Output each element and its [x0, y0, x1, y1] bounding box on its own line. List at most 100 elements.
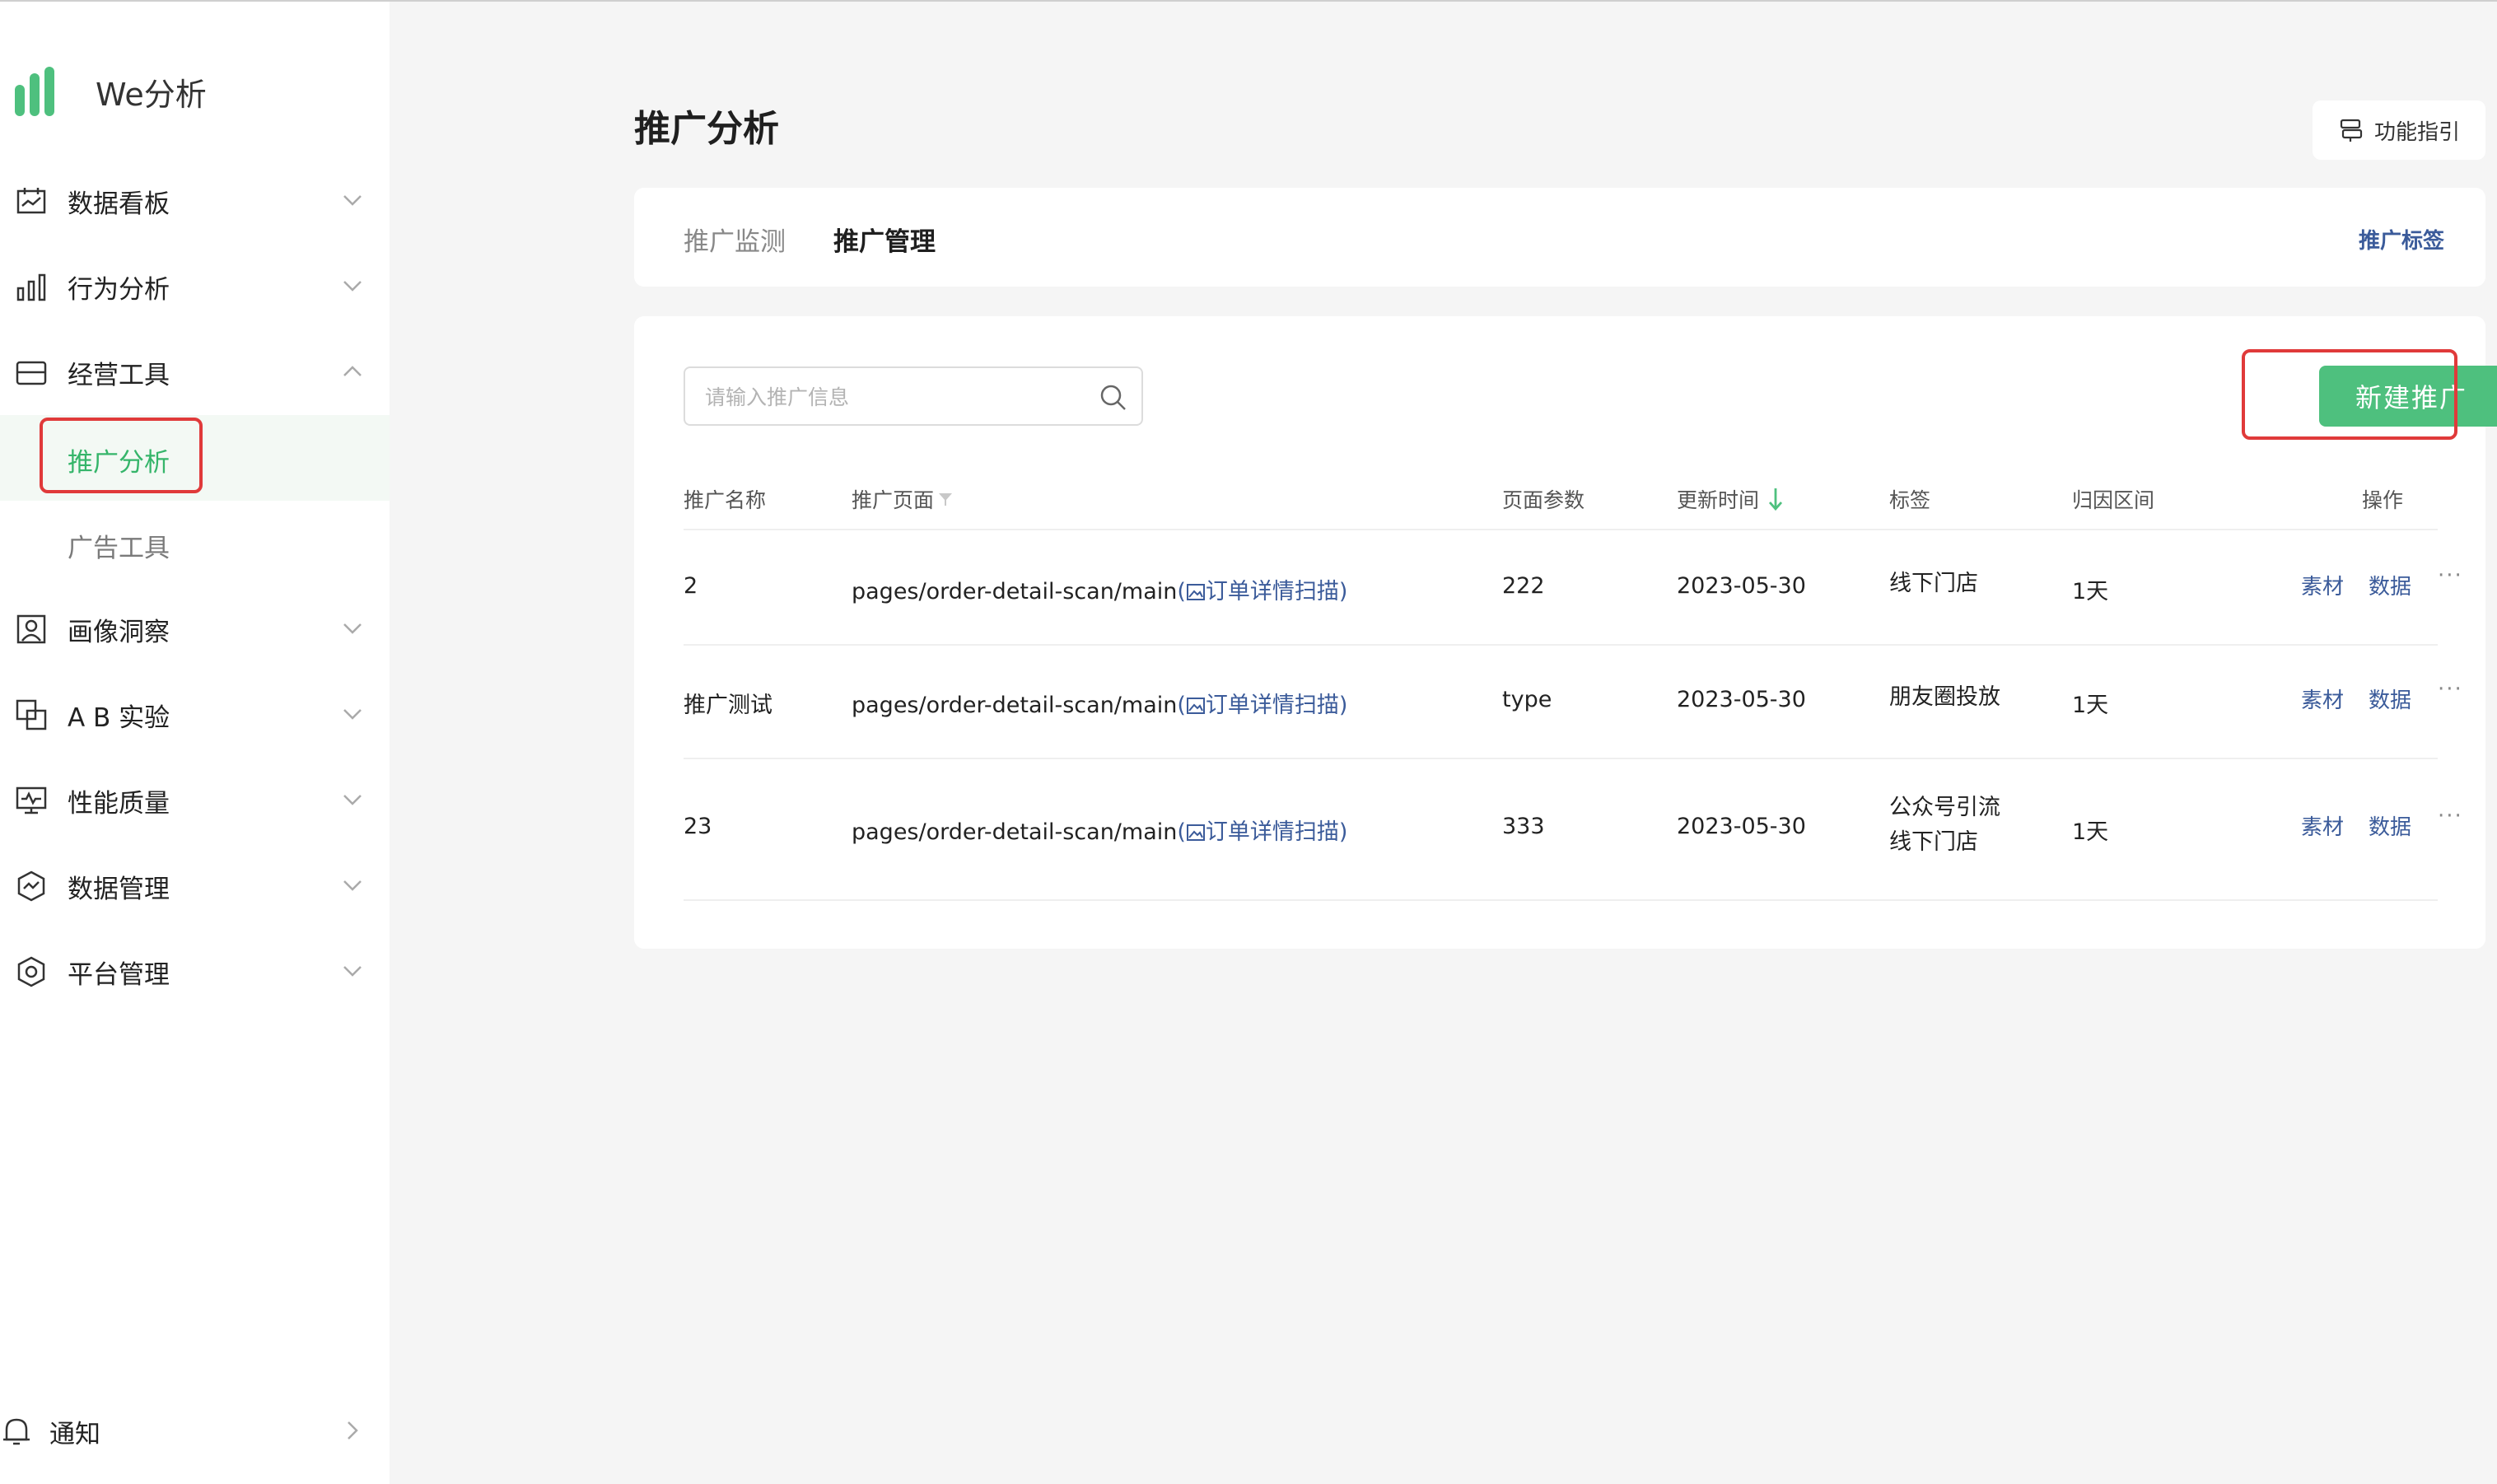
data-shield-icon [17, 870, 45, 902]
image-icon [1186, 584, 1205, 600]
column-header-label: 推广页面 [852, 488, 935, 512]
column-header-attribution: 归因区间 [2072, 488, 2155, 512]
promotion-name: 23 [684, 814, 712, 839]
sub-item-ad-tools[interactable]: 广告工具 [0, 501, 390, 586]
column-header-page[interactable]: 推广页面 [852, 484, 954, 514]
page-path: pages/order-detail-scan/main [852, 579, 1178, 604]
more-actions-icon[interactable]: ··· [2438, 677, 2463, 702]
nav-label: 通知 [49, 1419, 100, 1449]
nav-item-portrait-insight[interactable]: 画像洞察 [0, 586, 390, 672]
promotion-tag: 公众号引流 [1889, 795, 2000, 820]
highlight-box [2242, 349, 2457, 440]
feature-guide-button[interactable]: 功能指引 [2313, 100, 2485, 160]
nav-item-performance[interactable]: 性能质量 [0, 758, 390, 843]
search-icon[interactable] [1099, 383, 1128, 413]
search-box [684, 366, 1143, 426]
material-action[interactable]: 素材 [2301, 684, 2344, 714]
filter-icon[interactable] [937, 491, 954, 507]
calendar-chart-icon [16, 188, 46, 214]
promotion-list-card: 新建推广 推广名称 推广页面 页面参数 更新时间 标签 归因区间 操作 2 pa… [634, 316, 2497, 949]
updated-time: 2023-05-30 [1677, 573, 1806, 599]
chevron-right-icon [348, 1421, 358, 1440]
page-name: 订单详情扫描 [1205, 579, 1339, 604]
promotion-page[interactable]: pages/order-detail-scan/main(订单详情扫描) [852, 687, 1347, 719]
promotion-name: 推广测试 [684, 693, 772, 718]
nav-label: 行为分析 [68, 274, 170, 305]
nav-label: 画像洞察 [68, 617, 170, 647]
column-header-tags: 标签 [1889, 488, 1931, 512]
sort-descending-icon[interactable] [1766, 487, 1785, 511]
portrait-icon [16, 614, 46, 644]
updated-time: 2023-05-30 [1677, 687, 1806, 712]
data-action[interactable]: 数据 [2369, 684, 2411, 714]
nav-label: 数据看板 [68, 189, 170, 219]
attribution-range: 1天 [2072, 693, 2109, 718]
tabs-card: 推广监测 推广管理 推广标签 [634, 188, 2485, 287]
attribution-range: 1天 [2072, 819, 2109, 845]
page-param: type [1502, 687, 1552, 712]
nav-item-behavior-analysis[interactable]: 行为分析 [0, 244, 390, 329]
page-name: 订单详情扫描 [1205, 693, 1339, 718]
nav-item-business-tools[interactable]: 经营工具 [0, 329, 390, 415]
column-header-param: 页面参数 [1502, 488, 1585, 512]
nav-item-notifications[interactable]: 通知 [0, 1390, 390, 1472]
sidebar: We分析 数据看板 行为分析 经营工具 推广分析 广告工具 画像洞察 A B 实… [0, 2, 390, 1484]
promotion-page[interactable]: pages/order-detail-scan/main(订单详情扫描) [852, 814, 1347, 846]
column-header-updated[interactable]: 更新时间 [1677, 484, 1785, 514]
nav-label: A B 实验 [68, 702, 170, 733]
page-name-link[interactable]: (订单详情扫描) [1177, 819, 1347, 845]
image-icon [1186, 698, 1205, 714]
material-action[interactable]: 素材 [2301, 810, 2344, 841]
app-name: We分析 [96, 76, 207, 113]
promotion-tag: 朋友圈投放 [1889, 684, 2000, 710]
hexagon-settings-icon [17, 956, 45, 987]
tray-icon [16, 361, 47, 385]
ab-test-icon [16, 699, 47, 730]
nav-label: 性能质量 [68, 788, 170, 819]
signpost-icon [2340, 119, 2363, 142]
highlight-box [40, 418, 203, 493]
nav-item-platform-management[interactable]: 平台管理 [0, 929, 390, 1015]
column-header-label: 更新时间 [1677, 488, 1760, 512]
page-name-link[interactable]: (订单详情扫描) [1177, 579, 1347, 604]
chevron-down-icon [343, 709, 362, 720]
more-actions-icon[interactable]: ··· [2438, 563, 2463, 588]
page-title: 推广分析 [634, 108, 779, 150]
chevron-down-icon [343, 623, 362, 634]
nav-item-ab-test[interactable]: A B 实验 [0, 672, 390, 758]
material-action[interactable]: 素材 [2301, 570, 2344, 600]
promotion-page[interactable]: pages/order-detail-scan/main(订单详情扫描) [852, 573, 1347, 605]
nav-item-dashboard[interactable]: 数据看板 [0, 158, 390, 244]
tab-promotion-monitoring[interactable]: 推广监测 [684, 221, 786, 258]
data-action[interactable]: 数据 [2369, 570, 2411, 600]
bell-icon [3, 1418, 30, 1445]
column-header-name: 推广名称 [684, 488, 767, 512]
promotion-name: 2 [684, 573, 698, 599]
table-row: 2 pages/order-detail-scan/main(订单详情扫描) 2… [634, 530, 2485, 644]
more-actions-icon[interactable]: ··· [2438, 804, 2463, 828]
bar-chart-icon [16, 273, 46, 301]
page-name-link[interactable]: (订单详情扫描) [1177, 693, 1347, 718]
table-row: 23 pages/order-detail-scan/main(订单详情扫描) … [634, 759, 2485, 899]
nav-item-data-management[interactable]: 数据管理 [0, 843, 390, 929]
attribution-range: 1天 [2072, 579, 2109, 604]
promotion-tags-link[interactable]: 推广标签 [2359, 224, 2444, 254]
chevron-up-icon [343, 366, 362, 376]
chevron-down-icon [343, 195, 362, 206]
page-param: 222 [1502, 573, 1545, 599]
page-name: 订单详情扫描 [1205, 819, 1339, 845]
search-input[interactable] [703, 380, 1094, 414]
table-row: 推广测试 pages/order-detail-scan/main(订单详情扫描… [634, 646, 2485, 758]
feature-guide-label: 功能指引 [2373, 119, 2460, 145]
tab-promotion-management[interactable]: 推广管理 [833, 221, 936, 258]
page-path: pages/order-detail-scan/main [852, 693, 1178, 718]
page-path: pages/order-detail-scan/main [852, 819, 1178, 845]
column-header-actions: 操作 [2362, 488, 2404, 512]
updated-time: 2023-05-30 [1677, 814, 1806, 839]
logo-bars-icon [15, 67, 61, 116]
nav-label: 经营工具 [68, 360, 170, 390]
data-action[interactable]: 数据 [2369, 810, 2411, 841]
app-logo[interactable]: We分析 [15, 63, 207, 120]
image-icon [1186, 824, 1205, 841]
promotion-tag: 线下门店 [1889, 829, 1978, 855]
